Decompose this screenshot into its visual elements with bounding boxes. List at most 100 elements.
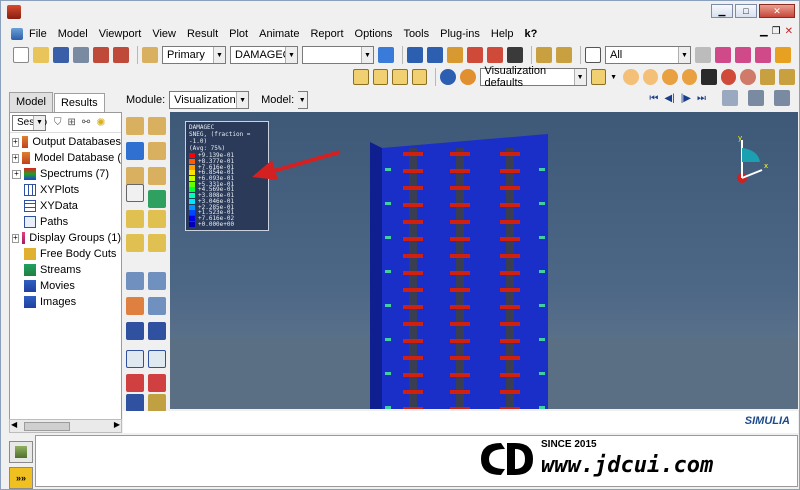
mdi-restore-icon[interactable]: ❐: [772, 26, 781, 37]
menu-file[interactable]: File: [29, 28, 47, 40]
tree-item-free-body-cuts[interactable]: Free Body Cuts: [10, 246, 121, 262]
top-view-icon[interactable]: [392, 69, 408, 85]
view-cut-manager-icon[interactable]: [126, 322, 144, 340]
chevron-down-icon[interactable]: ▼: [610, 74, 617, 81]
expand-toggle-icon[interactable]: +: [12, 233, 19, 243]
animate-scale-factor-icon[interactable]: [126, 272, 144, 290]
refresh-icon[interactable]: [378, 47, 394, 63]
expand-toggle-icon[interactable]: +: [12, 169, 21, 179]
next-frame-icon[interactable]: |▶: [681, 93, 691, 104]
probe-values-icon[interactable]: [148, 322, 166, 340]
selection-filter-combo[interactable]: All ▼: [605, 46, 691, 64]
tree-item-model-database[interactable]: + Model Database (: [10, 150, 121, 166]
query-icon[interactable]: [556, 47, 572, 63]
whats-this-icon[interactable]: k?: [525, 28, 538, 40]
plot-deformed-icon[interactable]: [148, 117, 166, 135]
render-style-icon[interactable]: [590, 69, 607, 85]
menu-viewport[interactable]: Viewport: [99, 28, 142, 40]
tab-model[interactable]: Model: [9, 92, 53, 112]
snapshot-camera-icon[interactable]: [774, 90, 790, 106]
animate-harmonic-icon[interactable]: [126, 297, 144, 315]
tree-item-xyplots[interactable]: XYPlots: [10, 182, 121, 198]
expand-toggle-icon[interactable]: +: [12, 153, 19, 163]
menu-report[interactable]: Report: [310, 28, 343, 40]
palette-icon[interactable]: [459, 69, 476, 85]
auto-fit-icon[interactable]: [487, 47, 503, 63]
mdi-minimize-icon[interactable]: ▁: [760, 26, 768, 37]
app-menu-icon[interactable]: [11, 27, 23, 40]
perspective-icon[interactable]: [701, 69, 717, 85]
open-folder-icon[interactable]: [33, 47, 49, 63]
component-combo[interactable]: ▼: [302, 46, 374, 64]
first-frame-icon[interactable]: ⏮: [649, 93, 658, 104]
magnify-icon[interactable]: [447, 47, 463, 63]
python-prompt-button[interactable]: »»: [9, 467, 33, 489]
menu-animate[interactable]: Animate: [259, 28, 299, 40]
display-group-all-icon[interactable]: [775, 47, 791, 63]
tree-item-streams[interactable]: Streams: [10, 262, 121, 278]
ruler-icon[interactable]: [536, 47, 552, 63]
menu-view[interactable]: View: [152, 28, 176, 40]
previous-frame-icon[interactable]: ◀|: [664, 93, 674, 104]
plot-contours-icon[interactable]: [126, 142, 144, 160]
session-combo[interactable]: Sessio ▼: [12, 114, 47, 131]
maximize-button[interactable]: □: [735, 4, 757, 18]
message-area-button[interactable]: [9, 441, 33, 463]
xy-data-manager-icon[interactable]: [148, 350, 166, 368]
close-button[interactable]: ✕: [759, 4, 795, 18]
model-combo[interactable]: ▼: [297, 91, 309, 109]
contour-options-icon[interactable]: [126, 184, 144, 202]
tree-item-images[interactable]: Images: [10, 294, 121, 310]
common-options-icon[interactable]: [126, 234, 144, 252]
step-frame-select-icon[interactable]: [722, 90, 738, 106]
import-icon[interactable]: [93, 47, 109, 63]
menu-result[interactable]: Result: [187, 28, 218, 40]
scroll-left-icon[interactable]: ◀: [11, 420, 17, 429]
rotate-icon[interactable]: [427, 47, 443, 63]
wireframe-icon[interactable]: [623, 69, 639, 85]
tree-item-spectrums[interactable]: + Spectrums (7): [10, 166, 121, 182]
report-icon[interactable]: [148, 394, 166, 412]
plot-material-orientations-icon[interactable]: [148, 190, 166, 208]
filled-icon[interactable]: [662, 69, 678, 85]
shaded-icon[interactable]: [681, 69, 698, 85]
tree-item-paths[interactable]: Paths: [10, 214, 121, 230]
create-path-icon[interactable]: [148, 374, 166, 392]
tree-item-movies[interactable]: Movies: [10, 278, 121, 294]
filter-icon[interactable]: ⛉: [54, 117, 62, 128]
module-combo[interactable]: Visualization ▼: [169, 91, 250, 109]
menu-plugins[interactable]: Plug-ins: [440, 28, 480, 40]
menu-model[interactable]: Model: [58, 28, 88, 40]
select-crossing-icon[interactable]: [735, 47, 751, 63]
mdi-close-icon[interactable]: ✕: [785, 26, 793, 37]
menu-options[interactable]: Options: [355, 28, 393, 40]
field-output-combo[interactable]: DAMAGEC ▼: [230, 46, 298, 64]
camera-icon[interactable]: [779, 69, 796, 85]
expand-icon[interactable]: ⊞: [68, 117, 76, 128]
new-file-icon[interactable]: [13, 47, 29, 63]
customize-icon[interactable]: [126, 394, 144, 412]
bulb-icon[interactable]: ✺: [96, 116, 105, 129]
print-icon[interactable]: [73, 47, 89, 63]
plot-xy-data-icon[interactable]: [126, 374, 144, 392]
menu-plot[interactable]: Plot: [229, 28, 248, 40]
create-xy-data-icon[interactable]: [126, 350, 144, 368]
tree-item-output-databases[interactable]: + Output Databases: [10, 134, 121, 150]
graphics-viewport[interactable]: DAMAGEC SNEG, (fraction = -1.0) (Avg: 75…: [170, 112, 798, 409]
plot-symbols-icon[interactable]: [148, 167, 166, 185]
animation-options-icon[interactable]: [148, 297, 166, 315]
allow-multiple-plot-states-icon[interactable]: [126, 210, 144, 228]
front-view-icon[interactable]: [372, 69, 389, 85]
superimpose-options-icon[interactable]: [148, 210, 166, 228]
scroll-right-icon[interactable]: ▶: [114, 420, 120, 429]
menu-help[interactable]: Help: [491, 28, 514, 40]
export-icon[interactable]: [113, 47, 129, 63]
movie-camera-icon[interactable]: [748, 90, 764, 106]
redo-view-icon[interactable]: [740, 69, 756, 85]
link-icon[interactable]: ⚯: [82, 117, 90, 128]
tree-item-xydata[interactable]: XYData: [10, 198, 121, 214]
tab-results[interactable]: Results: [53, 93, 105, 113]
visualization-defaults-combo[interactable]: Visualization defaults ▼: [479, 65, 587, 89]
expand-toggle-icon[interactable]: +: [12, 137, 19, 147]
cycle-views-icon[interactable]: [507, 47, 523, 63]
